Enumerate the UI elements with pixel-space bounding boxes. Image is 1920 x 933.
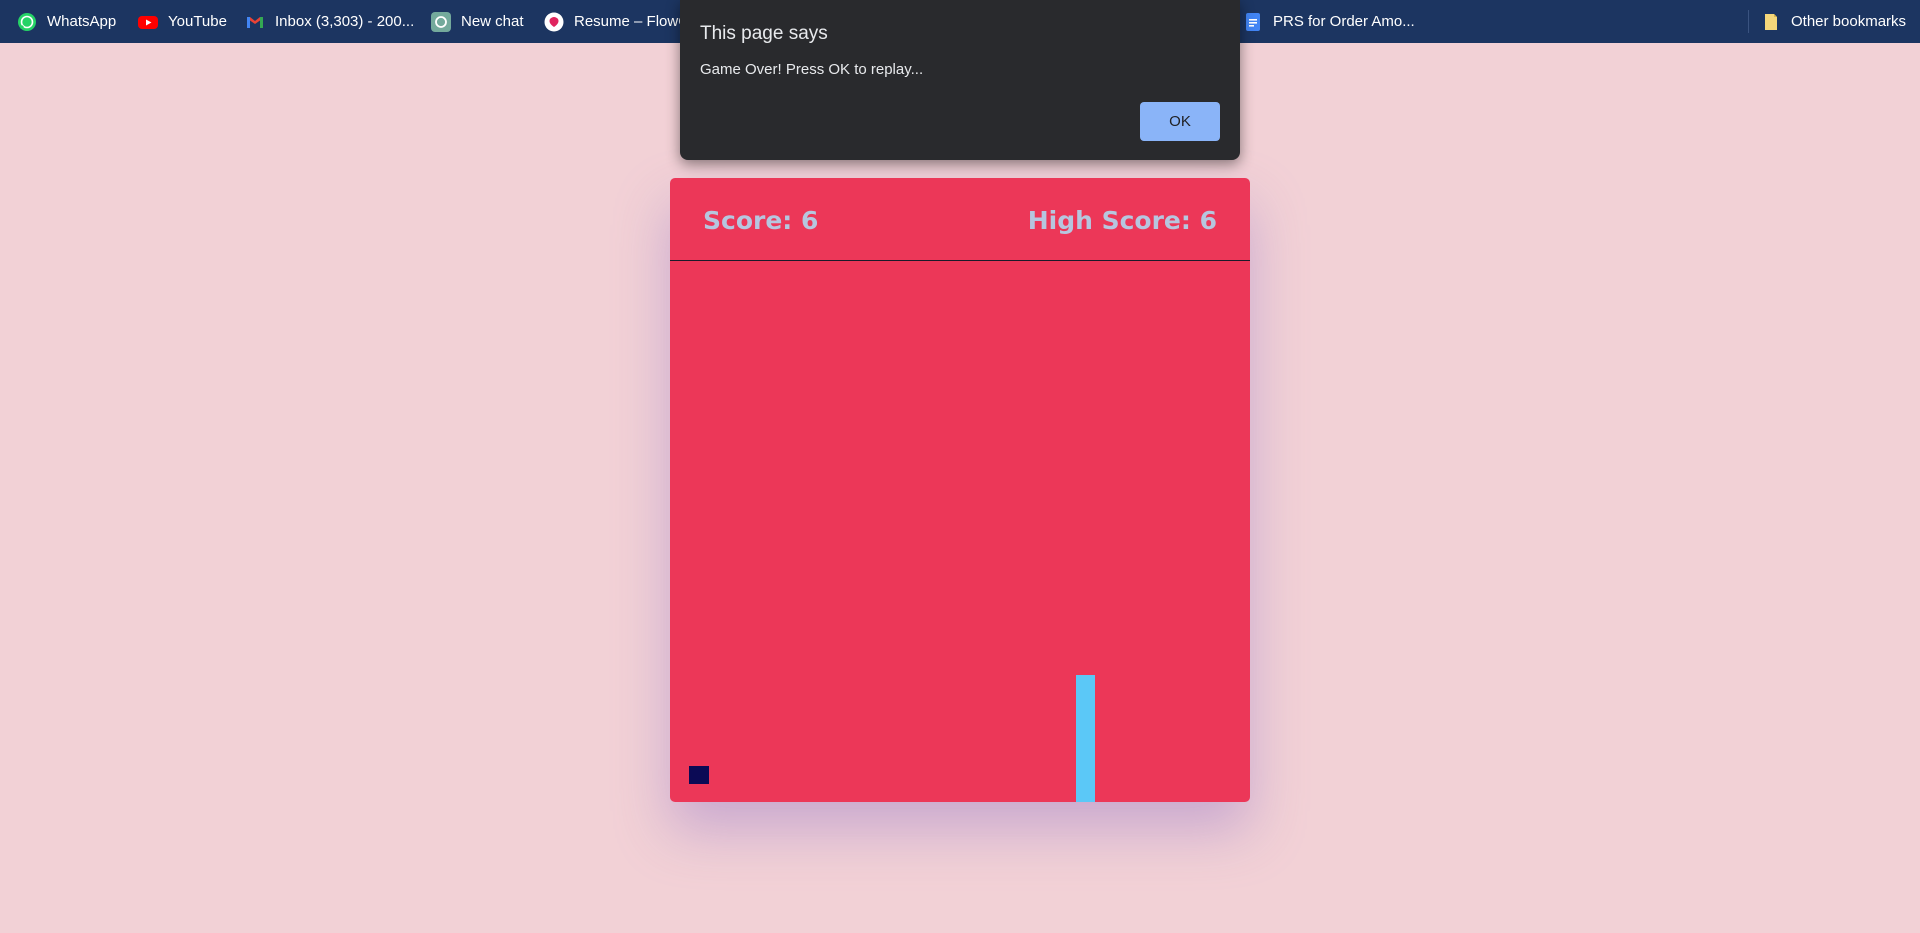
bookmark-label: New chat [461,13,524,30]
chatgpt-icon [431,11,451,32]
bookmark-new-chat[interactable]: New chat [431,0,524,43]
score-header: Score: 6 High Score: 6 [670,178,1250,261]
whatsapp-icon [17,12,37,32]
bookmark-label: YouTube [168,13,227,30]
player-block [689,766,709,784]
ok-button[interactable]: OK [1140,102,1220,141]
folder-icon [1761,12,1781,32]
flowcv-icon [544,12,564,32]
alert-dialog: This page says Game Over! Press OK to re… [680,0,1240,160]
bookmark-label: Other bookmarks [1791,13,1907,30]
obstacle-pillar [1076,675,1095,802]
bookmark-prs[interactable]: PRS for Order Amo... [1243,0,1415,43]
bookmark-youtube[interactable]: YouTube [138,0,227,43]
google-docs-icon [1243,12,1263,32]
game-board[interactable]: Score: 6 High Score: 6 [670,178,1250,802]
bookmarks-divider [1748,10,1749,33]
bookmark-label: WhatsApp [47,13,117,30]
high-score-display: High Score: 6 [1027,206,1217,235]
bookmark-label: Inbox (3,303) - 200... [275,13,415,30]
score-display: Score: 6 [703,206,819,235]
bookmark-resume[interactable]: Resume – FlowC [544,0,689,43]
dialog-message: Game Over! Press OK to replay... [700,61,924,78]
youtube-icon [138,12,158,32]
gmail-icon [245,12,265,32]
bookmark-label: PRS for Order Amo... [1273,13,1415,30]
bookmark-whatsapp[interactable]: WhatsApp [17,0,116,43]
bookmark-label: Resume – FlowC [574,13,690,30]
bookmark-other[interactable]: Other bookmarks [1761,0,1906,43]
bookmark-gmail[interactable]: Inbox (3,303) - 200... [245,0,414,43]
dialog-title: This page says [700,23,828,44]
